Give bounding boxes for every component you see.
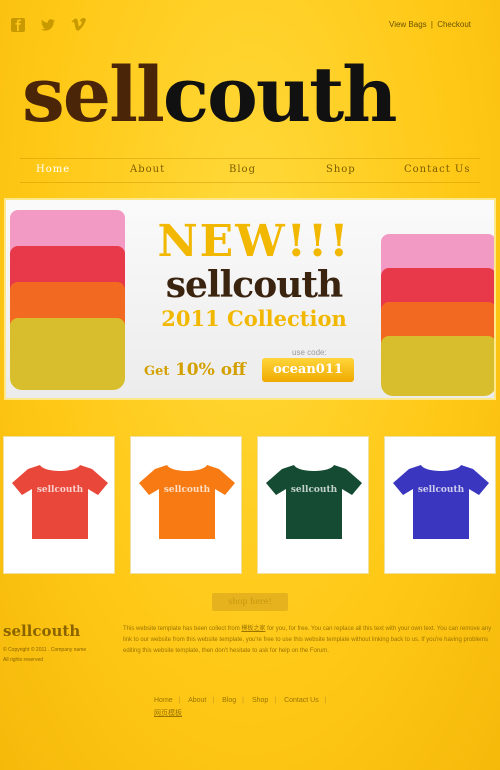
product-card[interactable]: sellcouth (257, 436, 369, 574)
vimeo-icon[interactable] (70, 17, 86, 33)
banner-shirt-yellow (381, 336, 494, 396)
top-bar: View Bags | Checkout (0, 0, 500, 48)
promo-code-badge: ocean011 (262, 358, 354, 382)
product-label: sellcouth (163, 485, 211, 495)
nav-item-blog[interactable]: Blog (229, 164, 256, 175)
discount-text: Get 10% off (144, 360, 246, 380)
copyright-line: © Copyright © 2011 . Company name (3, 647, 87, 653)
cart-separator: | (430, 20, 433, 29)
nav-divider-top (20, 158, 480, 159)
shop-here-button[interactable]: shop here! (212, 593, 288, 611)
footer-nav-blog[interactable]: Blog (222, 697, 236, 704)
product-label: sellcouth (36, 485, 84, 495)
banner-shirts-right (381, 206, 494, 396)
main-nav: Home About Blog Shop Contact Us (0, 158, 500, 183)
social-links (10, 17, 86, 33)
tshirt-image (12, 465, 108, 539)
checkout-link[interactable]: Checkout (437, 20, 471, 29)
banner-shirt-yellow (10, 318, 125, 390)
product-label: sellcouth (417, 485, 465, 495)
nav-item-about[interactable]: About (130, 164, 165, 175)
tshirt-image (139, 465, 235, 539)
nav-item-home[interactable]: Home (36, 164, 70, 175)
discount-percent: 10% off (174, 360, 246, 380)
footer-nav-shop[interactable]: Shop (252, 697, 268, 704)
nav-divider-bottom (20, 182, 480, 183)
twitter-icon[interactable] (40, 17, 56, 33)
logo-part-couth: couth (162, 50, 398, 139)
banner-headline-brand: sellcouth (165, 264, 343, 306)
product-card[interactable]: sellcouth (384, 436, 496, 574)
cart-links: View Bags | Checkout (388, 20, 472, 29)
footer-link[interactable]: 模板之家 (241, 626, 265, 632)
footer-logo[interactable]: sellcouth (3, 622, 80, 640)
product-card[interactable]: sellcouth (3, 436, 115, 574)
banner-headline-collection: 2011 Collection (161, 306, 347, 331)
promo-banner[interactable]: NEW!!! sellcouth 2011 Collection use cod… (4, 198, 496, 400)
use-code-label: use code: (292, 348, 327, 357)
footer-nav-about[interactable]: About (188, 697, 206, 704)
footer-text-before: This website template has been collect f… (123, 626, 240, 632)
discount-get: Get (144, 364, 170, 379)
nav-item-shop[interactable]: Shop (326, 164, 356, 175)
footer-nav-contact[interactable]: Contact Us (284, 697, 319, 704)
footer-copyright: © Copyright © 2011 . Company name All ri… (3, 645, 113, 665)
product-label: sellcouth (290, 485, 338, 495)
footer-description: This website template has been collect f… (123, 624, 496, 657)
site-logo[interactable]: sellcouth (22, 50, 482, 140)
rights-line: All rights reserved (3, 657, 44, 663)
logo-part-sell: sell (22, 50, 165, 139)
banner-shirts-left (10, 206, 125, 396)
page: View Bags | Checkout sellcouth Home Abou… (0, 0, 500, 770)
facebook-icon[interactable] (10, 17, 26, 33)
footer-nav-home[interactable]: Home (154, 697, 173, 704)
footer-nav: Home | About | Blog | Shop | Contact Us | (154, 697, 327, 704)
product-card[interactable]: sellcouth (130, 436, 242, 574)
footer-nav-extra[interactable]: 网页模板 (154, 708, 182, 718)
product-grid: sellcouth sellcouth sellcouth sellcouth (0, 436, 500, 576)
banner-headline-new: NEW!!! (157, 216, 351, 267)
view-bags-link[interactable]: View Bags (389, 20, 427, 29)
nav-item-contact[interactable]: Contact Us (404, 164, 470, 175)
tshirt-image (393, 465, 489, 539)
tshirt-image (266, 465, 362, 539)
